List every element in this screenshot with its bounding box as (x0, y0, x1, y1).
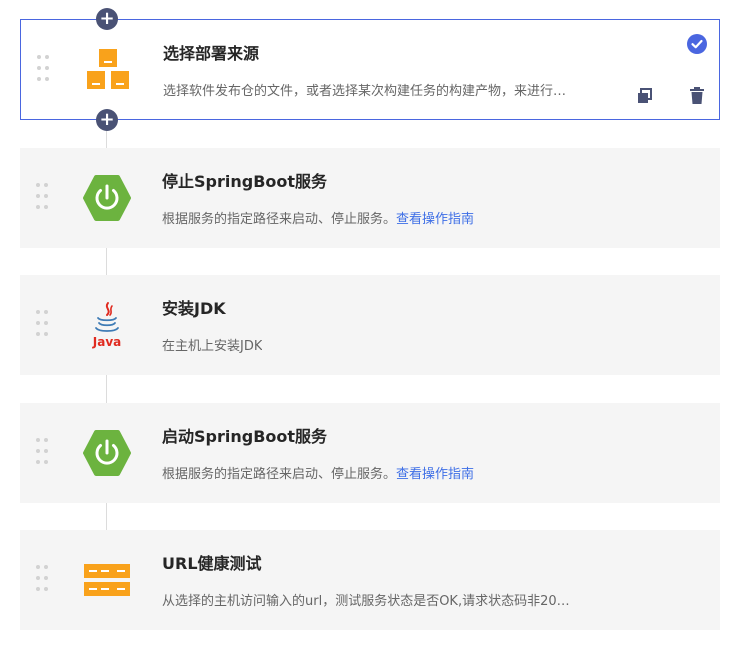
drag-handle[interactable] (35, 53, 49, 87)
step-description: 根据服务的指定路径来启动、停止服务。查看操作指南 (162, 463, 474, 482)
deploy-source-icon (83, 46, 133, 94)
guide-link[interactable]: 查看操作指南 (396, 467, 474, 482)
step-description: 从选择的主机访问输入的url，测试服务状态是否OK,请求状态码非20… (162, 594, 570, 609)
java-icon: Java (82, 301, 132, 349)
step-card-stop-springboot[interactable]: 停止SpringBoot服务 根据服务的指定路径来启动、停止服务。查看操作指南 (20, 148, 720, 248)
step-description: 在主机上安装JDK (162, 339, 263, 354)
step-title: 停止SpringBoot服务 (162, 172, 328, 191)
add-step-above-button[interactable]: + (96, 8, 118, 30)
step-title: 安装JDK (162, 299, 226, 318)
flow-connector (106, 503, 107, 530)
step-card-install-jdk[interactable]: Java 安装JDK 在主机上安装JDK (20, 275, 720, 375)
step-card-deploy-source[interactable]: 选择部署来源 选择软件发布仓的文件，或者选择某次构建任务的构建产物，来进行… (20, 19, 720, 120)
trash-icon[interactable] (689, 87, 705, 105)
step-description: 根据服务的指定路径来启动、停止服务。查看操作指南 (162, 208, 474, 227)
springboot-power-icon (82, 174, 132, 222)
drag-handle[interactable] (34, 563, 48, 597)
step-card-start-springboot[interactable]: 启动SpringBoot服务 根据服务的指定路径来启动、停止服务。查看操作指南 (20, 403, 720, 503)
step-description: 选择软件发布仓的文件，或者选择某次构建任务的构建产物，来进行… (163, 84, 567, 99)
add-step-below-button[interactable]: + (96, 109, 118, 131)
step-description-text: 根据服务的指定路径来启动、停止服务。 (162, 467, 397, 482)
check-circle-icon (687, 34, 707, 54)
java-logo-text: Java (92, 335, 121, 349)
drag-handle[interactable] (34, 308, 48, 342)
step-title: 启动SpringBoot服务 (162, 427, 328, 446)
step-card-url-health[interactable]: URL健康测试 从选择的主机访问输入的url，测试服务状态是否OK,请求状态码非… (20, 530, 720, 630)
step-title: 选择部署来源 (163, 44, 260, 63)
springboot-power-icon (82, 429, 132, 477)
step-description-text: 根据服务的指定路径来启动、停止服务。 (162, 212, 397, 227)
flow-connector (106, 375, 107, 403)
drag-handle[interactable] (34, 181, 48, 215)
copy-icon[interactable] (637, 88, 653, 104)
flow-connector (106, 248, 107, 275)
drag-handle[interactable] (34, 436, 48, 470)
guide-link[interactable]: 查看操作指南 (396, 212, 474, 227)
step-title: URL健康测试 (162, 554, 262, 573)
url-health-icon (82, 556, 132, 604)
